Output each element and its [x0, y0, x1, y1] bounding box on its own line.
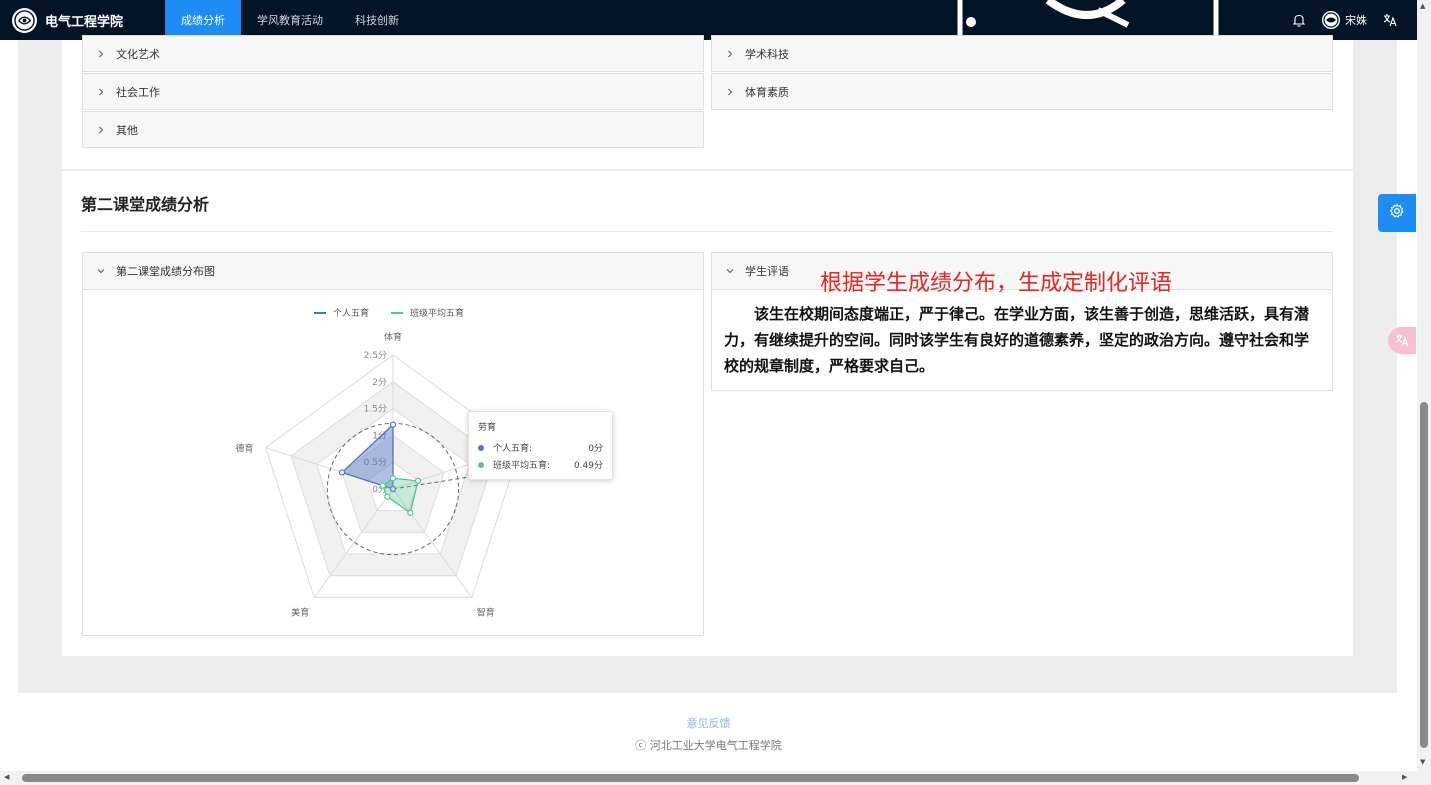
chevron-down-icon: [726, 267, 734, 275]
chevron-right-icon: [97, 50, 105, 58]
user-menu[interactable]: 宋姝: [1322, 11, 1367, 29]
chart-panel-header[interactable]: 第二课堂成绩分布图: [83, 253, 703, 290]
collapse-label: 学术科技: [745, 47, 789, 61]
translate-icon: [1395, 333, 1409, 349]
horizontal-scrollbar[interactable]: ◀ ▶: [0, 771, 1417, 785]
header-decoration-graphic: [948, 0, 1228, 40]
radar-data-point: [414, 477, 422, 484]
radar-indicator-label: 智育: [477, 606, 495, 618]
tooltip-series-name: 个人五育:: [493, 444, 533, 454]
gear-icon: [1389, 203, 1405, 223]
radar-tick-label: 1.5分: [364, 404, 387, 415]
scroll-down-arrow-icon[interactable]: ▼: [1420, 758, 1425, 766]
chevron-down-icon: [97, 267, 105, 275]
collapse-item-culture-art[interactable]: 文化艺术: [82, 35, 704, 72]
collapse-item-sports[interactable]: 体育素质: [711, 73, 1333, 110]
user-name: 宋姝: [1345, 14, 1367, 27]
nav-tab-study-activities[interactable]: 学风教育活动: [241, 0, 339, 40]
tooltip-value: 0.49分: [573, 461, 603, 471]
collapse-label: 其他: [116, 123, 138, 137]
tooltip-title: 劳育: [478, 423, 497, 433]
vertical-scrollbar[interactable]: ▲ ▼: [1417, 0, 1431, 785]
school-logo-icon: [12, 7, 37, 33]
section-divider: [81, 231, 1333, 232]
copyright-text: ⓒ 河北工业大学电气工程学院: [635, 739, 782, 752]
student-comment-text: 该生在校期间态度端正，严于律己。在学业方面，该生善于创造，思维活跃，具有潜力，有…: [724, 305, 1310, 375]
radar-tick-label: 2分: [372, 377, 387, 388]
collapse-label: 社会工作: [116, 85, 160, 99]
chevron-right-icon: [97, 88, 105, 96]
tooltip-row: 个人五育: 0分: [478, 439, 603, 456]
user-avatar-icon: [1322, 11, 1340, 29]
tooltip-dot: [478, 461, 484, 468]
tooltip-dot: [478, 444, 484, 451]
brand[interactable]: 电气工程学院: [0, 0, 165, 40]
bell-icon[interactable]: [1290, 11, 1308, 29]
nav-tab-tech-innovation[interactable]: 科技创新: [339, 0, 415, 40]
radar-indicator-label: 德育: [236, 443, 254, 455]
radar-data-point: [384, 493, 391, 500]
chart-panel-title: 第二课堂成绩分布图: [116, 265, 215, 278]
translate-icon[interactable]: [1381, 11, 1399, 29]
scroll-left-arrow-icon[interactable]: ◀: [4, 773, 9, 781]
comment-panel-title: 学生评语: [745, 265, 789, 278]
collapse-item-academic-tech[interactable]: 学术科技: [711, 35, 1333, 72]
radar-data-point: [379, 482, 386, 489]
collapse-item-other[interactable]: 其他: [82, 111, 704, 148]
scroll-up-arrow-icon[interactable]: ▲: [1420, 2, 1425, 10]
tooltip-series-name: 班级平均五育:: [493, 461, 551, 471]
radar-data-point: [338, 469, 346, 476]
section-title: 第二课堂成绩分析: [81, 195, 210, 214]
tooltip-value: 0分: [588, 444, 603, 454]
chevron-right-icon: [97, 126, 105, 134]
scroll-right-arrow-icon[interactable]: ▶: [1402, 773, 1407, 781]
top-nav-bar: 电气工程学院 成绩分析 学风教育活动 科技创新 宋姝: [0, 0, 1417, 40]
radar-data-point: [407, 509, 414, 516]
translate-float-button[interactable]: [1388, 327, 1416, 354]
chart-tooltip: 劳育 个人五育: 0分 班级平均五育: 0.49分: [468, 411, 613, 480]
vertical-scroll-thumb[interactable]: [1420, 402, 1428, 748]
radar-indicator-label: 美育: [291, 606, 309, 618]
horizontal-scroll-thumb[interactable]: [22, 774, 1359, 782]
chevron-right-icon: [726, 50, 734, 58]
chevron-right-icon: [726, 88, 734, 96]
radar-data-point: [389, 421, 397, 428]
radar-data-point: [389, 475, 397, 482]
radar-indicator-label: 体育: [384, 331, 402, 343]
radar-tick-label: 2.5分: [364, 350, 387, 361]
collapse-label: 文化艺术: [116, 47, 160, 61]
brand-title: 电气工程学院: [45, 14, 124, 30]
feedback-link[interactable]: 意见反馈: [0, 715, 1417, 731]
tooltip-row: 班级平均五育: 0.49分: [478, 456, 603, 473]
nav-tab-score-analysis[interactable]: 成绩分析: [165, 0, 241, 40]
annotation-overlay-text: 根据学生成绩分布，生成定制化评语: [820, 271, 1173, 296]
collapse-label: 体育素质: [745, 85, 789, 99]
collapse-item-social-work[interactable]: 社会工作: [82, 73, 704, 110]
settings-button[interactable]: [1378, 194, 1416, 232]
